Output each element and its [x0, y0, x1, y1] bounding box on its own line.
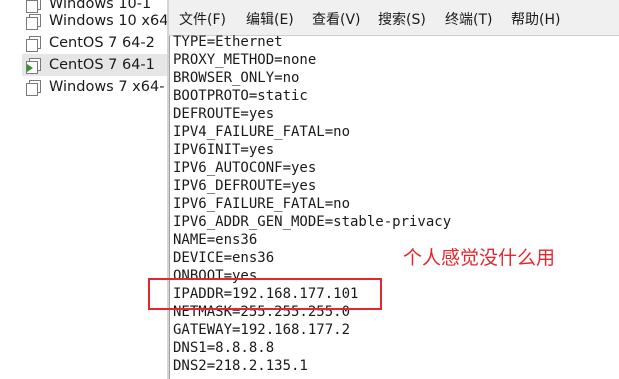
config-line: IPV4_FAILURE_FATAL=no: [173, 124, 351, 140]
config-line: IPV6_AUTOCONF=yes: [173, 160, 317, 176]
menu-edit[interactable]: 编辑(E): [246, 9, 294, 29]
vm-item-windows-7-x64[interactable]: Windows 7 x64-: [26, 76, 167, 98]
vm-item-centos-7-64-1[interactable]: CentOS 7 64-1: [22, 54, 167, 76]
config-line: BOOTPROTO=static: [173, 88, 308, 104]
config-line: GATEWAY=192.168.177.2: [173, 322, 351, 338]
config-line: IPV6_ADDR_GEN_MODE=stable-privacy: [173, 214, 452, 230]
vm-item-windows-10-x64[interactable]: Windows 10 x64: [26, 10, 167, 32]
menu-help[interactable]: 帮助(H): [511, 9, 560, 29]
vm-icon: [26, 35, 41, 52]
vm-library-panel: Windows 10-1 Windows 10 x64 CentOS 7 64-…: [0, 0, 167, 379]
vm-item-centos-7-64-2[interactable]: CentOS 7 64-2: [26, 32, 167, 54]
config-line: BROWSER_ONLY=no: [173, 70, 300, 86]
config-line: DNS2=218.2.135.1: [173, 358, 308, 374]
config-line: DNS1=8.8.8.8: [173, 340, 275, 356]
menu-file[interactable]: 文件(F): [179, 9, 226, 29]
menu-view[interactable]: 查看(V): [312, 9, 361, 29]
annotation-note: 个人感觉没什么用: [403, 247, 556, 269]
terminal-text-area[interactable]: TYPE=Ethernet PROXY_METHOD=none BROWSER_…: [169, 34, 619, 379]
vm-item-label: CentOS 7 64-2: [49, 35, 155, 51]
config-line: DEVICE=ens36: [173, 250, 275, 266]
terminal-window: 文件(F) 编辑(E) 查看(V) 搜索(S) 终端(T) 帮助(H) TYPE…: [169, 0, 619, 379]
config-line: IPV6_DEFROUTE=yes: [173, 178, 317, 194]
menu-bar: 文件(F) 编辑(E) 查看(V) 搜索(S) 终端(T) 帮助(H): [169, 0, 619, 36]
vm-icon: [26, 13, 41, 30]
vm-item-label: CentOS 7 64-1: [49, 57, 155, 73]
config-line: PROXY_METHOD=none: [173, 52, 317, 68]
config-line: IPV6INIT=yes: [173, 142, 275, 158]
vm-item-label: Windows 10 x64: [49, 13, 167, 29]
config-line: DEFROUTE=yes: [173, 106, 275, 122]
config-line: IPV6_FAILURE_FATAL=no: [173, 196, 351, 212]
config-line: TYPE=Ethernet: [173, 34, 283, 50]
vm-running-icon: [26, 57, 41, 74]
menu-search[interactable]: 搜索(S): [378, 9, 426, 29]
vm-icon: [26, 79, 41, 96]
config-line: NAME=ens36: [173, 232, 258, 248]
annotation-highlight-box: [148, 278, 382, 310]
vm-item-label: Windows 7 x64-: [49, 79, 165, 95]
menu-terminal[interactable]: 终端(T): [445, 9, 492, 29]
